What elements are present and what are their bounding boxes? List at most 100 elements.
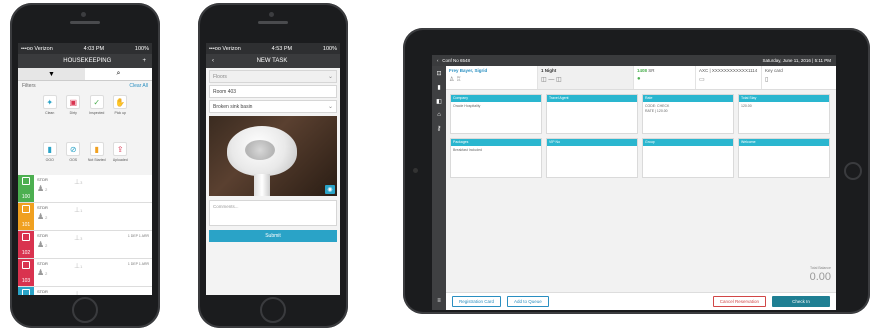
card-nav-icon[interactable]: ◧ — [436, 98, 442, 105]
room-number[interactable]: 1408 — [637, 68, 647, 73]
add-button[interactable]: + — [142, 58, 146, 64]
check-icon: ✓ — [89, 95, 104, 109]
status-filter-label: Uploaded — [112, 158, 128, 162]
info-card-title: Total Stay — [739, 95, 829, 102]
search-tab[interactable]: ⌕ — [85, 68, 152, 80]
room-row[interactable]: 100 STDR ♟2 ⊥3 — [18, 175, 152, 203]
room-type: STDR — [37, 177, 48, 182]
info-card[interactable]: Packages Breakfast Included — [450, 138, 542, 178]
room-arrival-info: 1 DEP 1 ARR — [127, 262, 149, 266]
key-col: Key card ▯ — [762, 66, 786, 89]
status-filter-label: Dirty — [69, 111, 77, 115]
info-card[interactable]: VIP No — [546, 138, 638, 178]
chevron-down-icon: ⌄ — [327, 104, 333, 110]
guest-nav-icon[interactable]: ⊡ — [436, 70, 441, 77]
filters-bar: Filters Clear All — [18, 81, 152, 91]
room-row[interactable]: 103 STDR ♟2 ⊥1 1 DEP 1 ARR — [18, 259, 152, 287]
room-list: 100 STDR ♟2 ⊥3 101 STDR ♟2 ⊥1 102 STDR ♟2 ⊥3 1 DEP 1… — [18, 175, 152, 295]
room-status-icon — [22, 233, 30, 241]
home-nav-icon[interactable]: ⌂ — [437, 112, 441, 118]
filter-tab[interactable]: ▼ — [18, 68, 85, 80]
camera-icon[interactable]: ◉ — [325, 185, 335, 194]
room-status-icon — [22, 205, 30, 213]
bottle-icon: ▮ — [42, 142, 57, 156]
status-filter-3[interactable]: ✋ Pick up — [109, 95, 133, 138]
submit-button[interactable]: Submit — [209, 230, 337, 242]
info-card-text: CODE: CHECK RATE | 120.00 — [645, 104, 670, 113]
home-button[interactable] — [844, 162, 862, 180]
room-row[interactable]: 101 STDR ♟2 ⊥1 — [18, 203, 152, 231]
registration-card-button[interactable]: Registration Card — [452, 296, 502, 307]
room-type: STDR — [37, 289, 48, 294]
camera — [413, 168, 418, 173]
room-number: 101 — [21, 222, 31, 228]
issue-select[interactable]: Broken sink basin ⌄ — [209, 100, 337, 113]
info-card[interactable]: Total Stay 120.00 — [738, 94, 830, 134]
status-filter-label: Pick up — [114, 111, 126, 115]
info-card[interactable]: Company Oracle Hospitality — [450, 94, 542, 134]
status-filter-label: Clean — [45, 111, 55, 115]
side-nav: ⊡ ▮ ◧ ⌂ ⚷ ≡ — [432, 66, 446, 310]
search-icon: ⌕ — [116, 70, 121, 77]
status-filter-2[interactable]: ✓ Inspected — [85, 95, 109, 138]
bed-count: 1 — [80, 264, 83, 269]
pipe-image — [254, 174, 270, 196]
status-filter-0[interactable]: ✦ Clean — [38, 95, 62, 138]
info-card[interactable]: Group — [642, 138, 734, 178]
back-button[interactable]: ‹ — [437, 58, 439, 63]
total-balance: 0.00 — [809, 271, 831, 283]
payment-col: AXC | XXXXXXXXXXXX1114 ▭ — [696, 66, 762, 89]
comments-input[interactable]: Comments... — [209, 200, 337, 226]
cancel-reservation-button[interactable]: Cancel Reservation — [712, 296, 766, 307]
adult-count: 2 — [45, 215, 49, 220]
page-title[interactable]: HOUSEKEEPING — [32, 58, 142, 64]
room-number: 102 — [21, 250, 31, 256]
info-card[interactable]: Welcome — [738, 138, 830, 178]
status-filter-1[interactable]: ▣ Dirty — [62, 95, 86, 138]
phone-screen: •••oo Verizon 4:53 PM 100% ‹ NEW TASK Fl… — [206, 43, 340, 295]
floor-select[interactable]: Floors ⌄ — [209, 70, 337, 83]
home-button[interactable] — [260, 297, 286, 323]
room-row[interactable]: STDR♟⊥ — [18, 287, 152, 295]
room-row[interactable]: 102 STDR ♟2 ⊥3 1 DEP 1 ARR — [18, 231, 152, 259]
phone-housekeeping: •••oo Verizon 4:03 PM 100% HOUSEKEEPING … — [10, 3, 160, 328]
check-in-button[interactable]: Check In — [772, 296, 830, 307]
phone-screen: •••oo Verizon 4:03 PM 100% HOUSEKEEPING … — [18, 43, 152, 295]
guest-col: Frey Bayer, Sigrid ♙ ♖ — [446, 66, 538, 89]
folio-nav-icon[interactable]: ▮ — [437, 84, 440, 91]
clear-all-link[interactable]: Clear All — [129, 83, 148, 89]
trash-icon: ▣ — [66, 95, 81, 109]
room-status-badge: 100 — [18, 175, 34, 202]
key-nav-icon[interactable]: ⚷ — [437, 125, 441, 132]
room-type: SR — [648, 68, 655, 73]
page-title: NEW TASK — [256, 58, 288, 64]
bed-count: 3 — [80, 180, 83, 185]
camera — [269, 12, 274, 17]
bottle-icon: ▮ — [89, 142, 104, 156]
speaker — [70, 21, 100, 24]
info-card[interactable]: Travel Agent — [546, 94, 638, 134]
info-card[interactable]: Rate CODE: CHECK RATE | 120.00 — [642, 94, 734, 134]
home-button[interactable] — [72, 297, 98, 323]
key-card[interactable]: Key card — [765, 68, 783, 73]
room-status-badge — [18, 287, 34, 295]
add-to-queue-button[interactable]: Add to Queue — [507, 296, 549, 307]
guest-name[interactable]: Frey Bayer, Sigrid — [449, 68, 534, 73]
confirmation-number: Conf No 6548 — [442, 58, 471, 63]
room-status-badge: 101 — [18, 203, 34, 230]
spray-icon: ✦ — [42, 95, 57, 109]
payment-card[interactable]: AXC | XXXXXXXXXXXX1114 — [699, 68, 758, 73]
chevron-down-icon: ⌄ — [327, 74, 333, 80]
block-icon: ⊘ — [66, 142, 81, 156]
room-number: 103 — [21, 278, 31, 284]
tablet-screen: ‹ Conf No 6548 Saturday, June 11, 2016 |… — [432, 55, 836, 310]
carrier: •••oo Verizon — [21, 45, 53, 52]
info-card-text: Breakfast Included — [453, 148, 482, 152]
issue-value: Broken sink basin — [213, 103, 253, 110]
reservation-panel: Frey Bayer, Sigrid ♙ ♖ 1 Night ◫ — ◫ 140… — [446, 66, 836, 310]
menu-icon[interactable]: ≡ — [437, 298, 441, 304]
room-field[interactable]: Room 403 — [209, 85, 337, 98]
camera — [81, 12, 86, 17]
info-card-text — [547, 102, 637, 106]
room-body: STDR ♟2 ⊥1 — [34, 203, 152, 230]
